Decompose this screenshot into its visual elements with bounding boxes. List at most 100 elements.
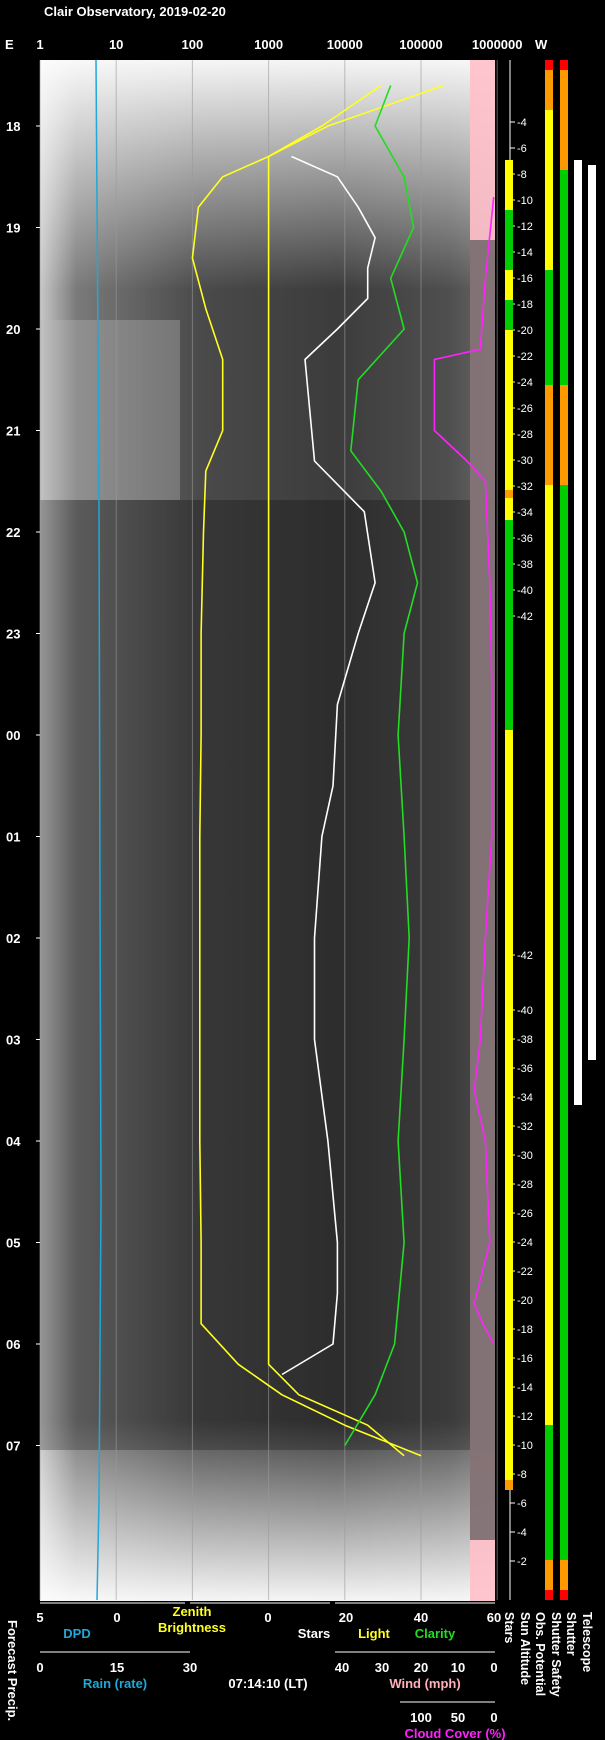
sun-altitude-label: -18 [517, 1324, 533, 1336]
sun-altitude-label: -42 [517, 950, 533, 962]
observatory-chart: Clair Observatory, 2019-02-20 E W 1 10 100… [5, 4, 596, 1740]
sun-altitude-label: -6 [517, 143, 527, 155]
sun-altitude-labels: -4 -6 -8 -10 -12 -14 -16 -18 -20 -22 -24 -26 -28 -30 -… [510, 117, 533, 1568]
stars-label: Stars [298, 1626, 331, 1641]
wind-tick-10: 10 [451, 1660, 465, 1675]
shutter-safety-column [560, 60, 568, 1600]
time-axis-labels: 18 19 20 21 22 23 00 01 02 03 04 05 06 07 [6, 119, 40, 1454]
sun-altitude-label: -42 [517, 611, 533, 623]
sun-altitude-label: -16 [517, 273, 533, 285]
sun-altitude-label: -22 [517, 1266, 533, 1278]
time-axis-label: 04 [6, 1134, 21, 1149]
dpd-tick-right: 0 [113, 1610, 120, 1625]
sun-altitude-label: -20 [517, 1295, 533, 1307]
time-axis-label: 05 [6, 1236, 20, 1251]
dpd-label: DPD [63, 1626, 90, 1641]
sun-altitude-label: -26 [517, 1208, 533, 1220]
sun-altitude-label: -30 [517, 455, 533, 467]
sun-altitude-label: -38 [517, 1034, 533, 1046]
time-axis-label: 00 [6, 728, 20, 743]
timestamp: 07:14:10 (LT) [228, 1676, 307, 1691]
time-axis-label: 02 [6, 931, 20, 946]
sun-altitude-label: -38 [517, 559, 533, 571]
time-axis-label: 07 [6, 1439, 20, 1454]
right-column-labels: Stars Sun Altitude Obs. Potential Shutter S… [502, 1612, 594, 1697]
sun-altitude-label: -24 [517, 1237, 533, 1249]
sun-altitude-label: -32 [517, 481, 533, 493]
top-axis-tick: 100 [182, 37, 204, 52]
sun-altitude-label: -8 [517, 1469, 527, 1481]
time-axis-label: 18 [6, 119, 20, 134]
right-column-label: Sun Altitude [518, 1612, 532, 1685]
rain-tick-30: 30 [183, 1660, 197, 1675]
sun-altitude-label: -18 [517, 299, 533, 311]
zenith-tick: 0 [264, 1610, 271, 1625]
sun-altitude-label: -16 [517, 1353, 533, 1365]
right-column-label: Shutter [564, 1612, 578, 1656]
top-axis-tick: 10000 [327, 37, 363, 52]
top-axis-tick: 1 [36, 37, 43, 52]
sun-altitude-label: -32 [517, 1121, 533, 1133]
top-axis-ticks: 1 10 100 1000 10000 100000 1000000 [36, 37, 522, 52]
slc-tick-60: 60 [487, 1610, 501, 1625]
right-column-label: Stars [502, 1612, 516, 1643]
sun-altitude-label: -36 [517, 533, 533, 545]
sun-altitude-label: -20 [517, 325, 533, 337]
cloud-tick-50: 50 [451, 1710, 465, 1725]
sun-altitude-label: -12 [517, 1411, 533, 1423]
sun-altitude-label: -40 [517, 585, 533, 597]
top-axis-tick: 1000 [254, 37, 283, 52]
time-axis-label: 22 [6, 525, 20, 540]
time-axis-label: 21 [6, 424, 20, 439]
cloud-tick-100: 100 [410, 1710, 432, 1725]
obs-potential-column [545, 60, 553, 1600]
right-column-label: Shutter Safety [549, 1612, 563, 1697]
right-column-label: Obs. Potential [533, 1612, 547, 1696]
sun-altitude-label: -34 [517, 1092, 533, 1104]
time-axis-label: 01 [6, 830, 20, 845]
wind-tick-30: 30 [375, 1660, 389, 1675]
sun-altitude-label: -10 [517, 1440, 533, 1452]
sun-altitude-label: -14 [517, 1382, 533, 1394]
wind-tick-20: 20 [414, 1660, 428, 1675]
right-column-label: Telescope [580, 1612, 594, 1672]
sun-altitude-label: -8 [517, 169, 527, 181]
cloud-label: Cloud Cover (%) [404, 1726, 505, 1740]
zenith-label-line1: Zenith [173, 1604, 212, 1619]
zenith-label-line2: Brightness [158, 1620, 226, 1635]
sun-altitude-label: -2 [517, 1556, 527, 1568]
top-axis-tick: 1000000 [472, 37, 523, 52]
telescope-column [588, 165, 596, 1060]
top-axis-east-label: E [5, 37, 14, 52]
wind-label: Wind (mph) [389, 1676, 460, 1691]
time-axis-label: 23 [6, 627, 20, 642]
cloud-tick-0: 0 [490, 1710, 497, 1725]
forecast-precip-label: Forecast Precip. [5, 1620, 20, 1721]
sky-background [40, 60, 495, 1601]
wind-tick-0: 0 [490, 1660, 497, 1675]
time-axis-label: 19 [6, 221, 20, 236]
light-label: Light [358, 1626, 390, 1641]
clarity-label: Clarity [415, 1626, 456, 1641]
dpd-tick-left: 5 [36, 1610, 43, 1625]
sun-altitude-label: -40 [517, 1005, 533, 1017]
wind-tick-40: 40 [335, 1660, 349, 1675]
top-axis-tick: 10 [109, 37, 123, 52]
rain-tick-0: 0 [36, 1660, 43, 1675]
sun-altitude-label: -28 [517, 1179, 533, 1191]
sun-altitude-label: -22 [517, 351, 533, 363]
rain-tick-15: 15 [110, 1660, 124, 1675]
stars-status-column [505, 160, 513, 1490]
time-axis-label: 03 [6, 1033, 20, 1048]
sun-altitude-label: -24 [517, 377, 533, 389]
rain-label: Rain (rate) [83, 1676, 147, 1691]
sun-altitude-label: -28 [517, 429, 533, 441]
time-axis-label: 06 [6, 1337, 20, 1352]
sun-altitude-label: -12 [517, 221, 533, 233]
shutter-column [574, 160, 582, 1105]
slc-tick-20: 20 [339, 1610, 353, 1625]
sun-altitude-label: -34 [517, 507, 533, 519]
sun-altitude-label: -36 [517, 1063, 533, 1075]
sun-altitude-label: -4 [517, 1527, 527, 1539]
sun-altitude-label: -6 [517, 1498, 527, 1510]
